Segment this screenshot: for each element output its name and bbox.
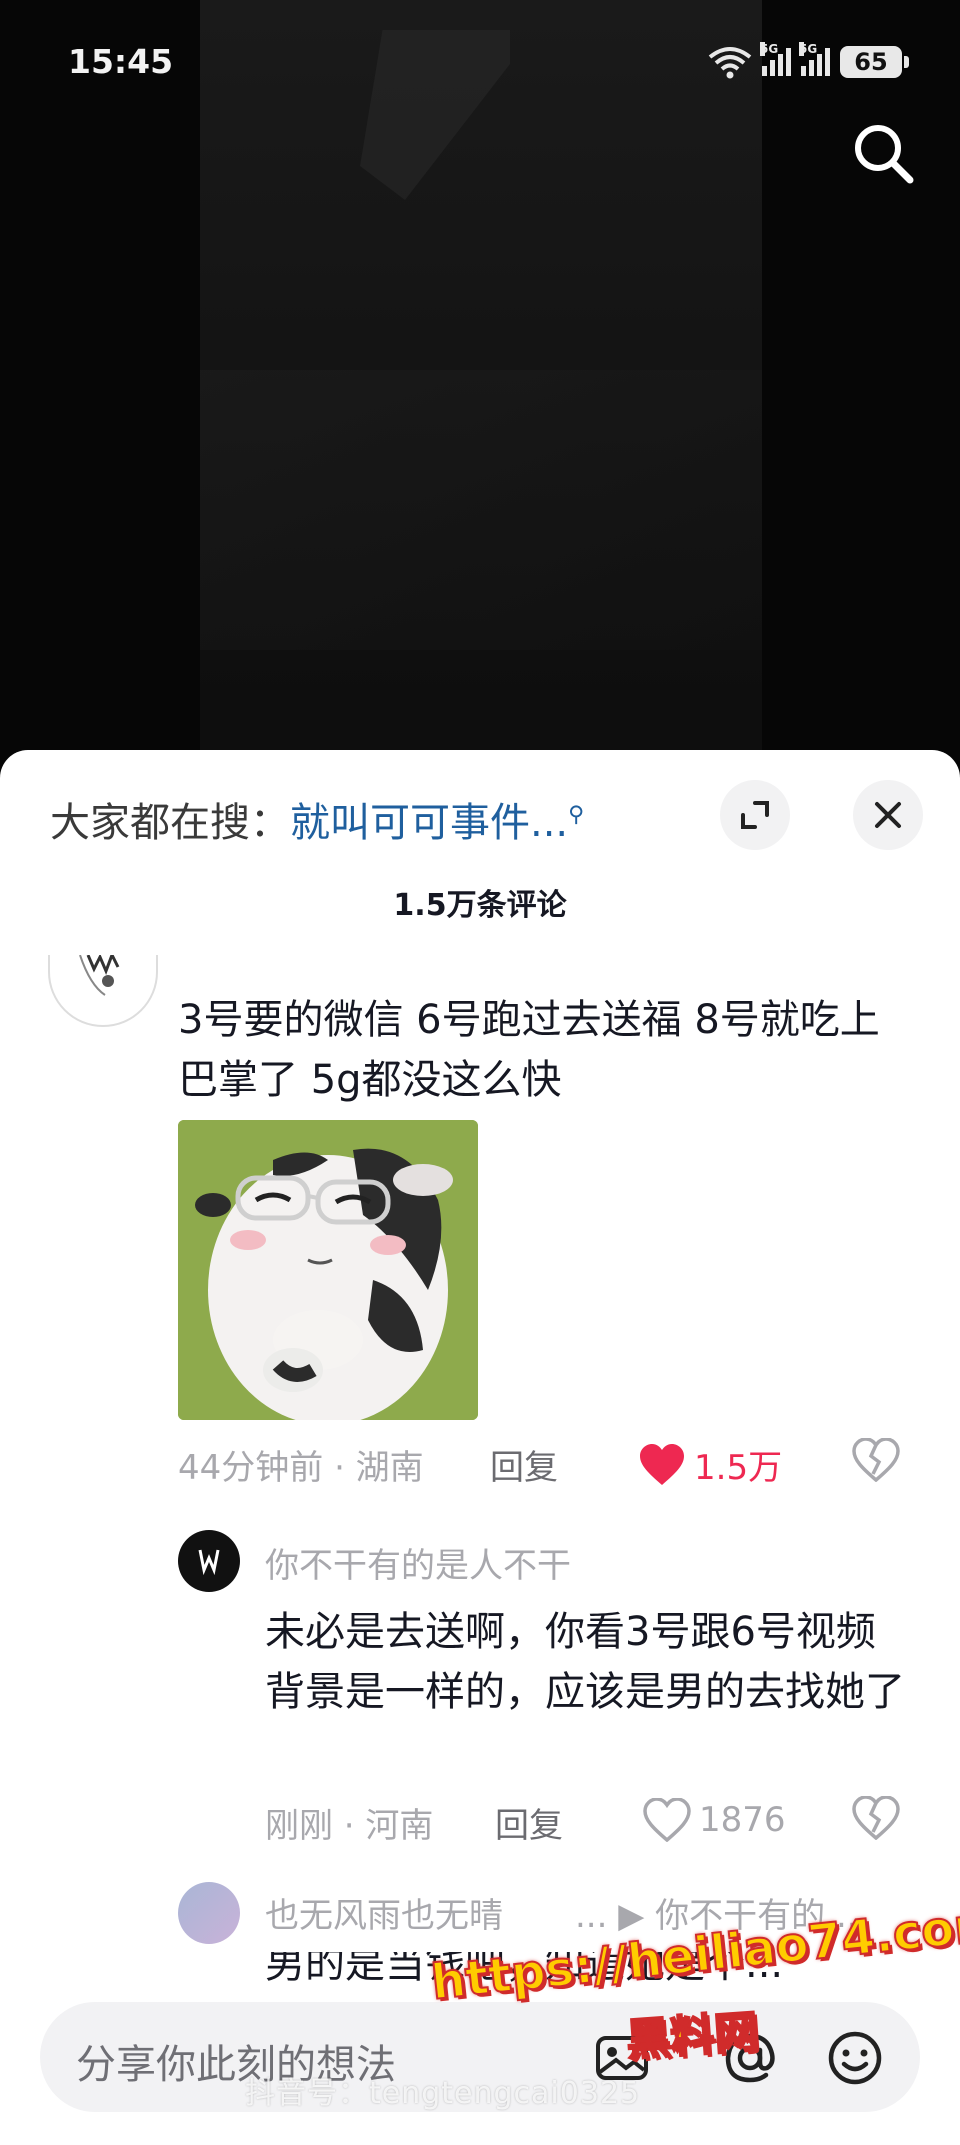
avatar-logo-icon: [198, 1549, 220, 1576]
expand-button[interactable]: [720, 780, 790, 850]
comment-meta: 44分钟前 · 湖南 回复 1.5万: [0, 1437, 960, 1500]
reply-author-name[interactable]: 也无风雨也无晴: [265, 1888, 503, 1937]
dislike-button[interactable]: [852, 1437, 900, 1491]
sheet-header: 大家都在搜：就叫可可事件...⚲: [0, 750, 960, 870]
like-count: 1.5万: [694, 1448, 783, 1488]
cell-signal-icon: 5G: [760, 42, 791, 76]
like-count: 1876: [699, 1800, 786, 1840]
reply-text: 未必是去送啊，你看3号跟6号视频背景是一样的，应该是男的去找她了: [265, 1609, 905, 1715]
cow-sticker-icon: [178, 1120, 478, 1420]
avatar-image: [79, 955, 120, 996]
reply-meta: 刚刚 · 河南 回复 1876: [0, 1795, 960, 1858]
search-icon: [855, 125, 914, 184]
battery-level: 65: [854, 48, 888, 76]
small-search-icon: ⚲: [568, 802, 585, 828]
watermark-site-name: 黑料网: [624, 2005, 761, 2067]
heart-outline-icon: [643, 1798, 691, 1842]
watermark-douyin-id: 抖音号：tengtengcai0325: [245, 2076, 641, 2111]
reply-time-location: 刚刚 · 河南: [265, 1806, 434, 1846]
heart-filled-icon: [640, 1443, 684, 1485]
trending-query-link[interactable]: 就叫可可事件...: [290, 800, 568, 846]
broken-heart-icon: [852, 1795, 900, 1841]
status-bar: 15:45 5G 5G 65: [0, 0, 960, 120]
network-type-label: 5G: [799, 42, 818, 56]
emoji-icon: [828, 2031, 882, 2085]
battery-icon: 65: [840, 46, 909, 78]
wifi-icon: [708, 47, 752, 79]
reply-button[interactable]: 回复: [490, 1440, 558, 1489]
expand-icon: [741, 801, 769, 829]
avatar[interactable]: [178, 1530, 240, 1592]
like-button[interactable]: 1.5万: [638, 1440, 782, 1489]
comment-text: 3号要的微信 6号跑过去送福 8号就吃上巴掌了 5g都没这么快: [178, 997, 880, 1103]
comment-time-location: 44分钟前 · 湖南: [178, 1448, 424, 1488]
avatar[interactable]: [178, 1882, 240, 1944]
broken-heart-icon: [852, 1437, 900, 1483]
close-button[interactable]: [853, 780, 923, 850]
like-button[interactable]: 1876: [643, 1798, 786, 1842]
close-icon: [875, 802, 901, 828]
emoji-button[interactable]: [825, 2028, 885, 2088]
status-time: 15:45: [68, 42, 174, 81]
trending-search[interactable]: 大家都在搜：就叫可可事件...⚲: [50, 790, 584, 848]
reply-author-name[interactable]: 你不干有的是人不干: [265, 1538, 571, 1587]
search-button[interactable]: [848, 118, 918, 188]
dislike-button[interactable]: [852, 1795, 900, 1849]
trending-prefix: 大家都在搜：: [50, 800, 290, 846]
comment-count: 1.5万条评论: [393, 888, 567, 923]
status-icons: 5G 5G 65: [708, 42, 909, 80]
cell-signal-icon: 5G: [799, 42, 830, 76]
video-background-shape: [200, 370, 762, 650]
network-type-label: 5G: [760, 42, 779, 56]
avatar[interactable]: [48, 955, 158, 1027]
reply-button[interactable]: 回复: [495, 1798, 563, 1847]
comment-sticker-image[interactable]: [178, 1120, 478, 1420]
